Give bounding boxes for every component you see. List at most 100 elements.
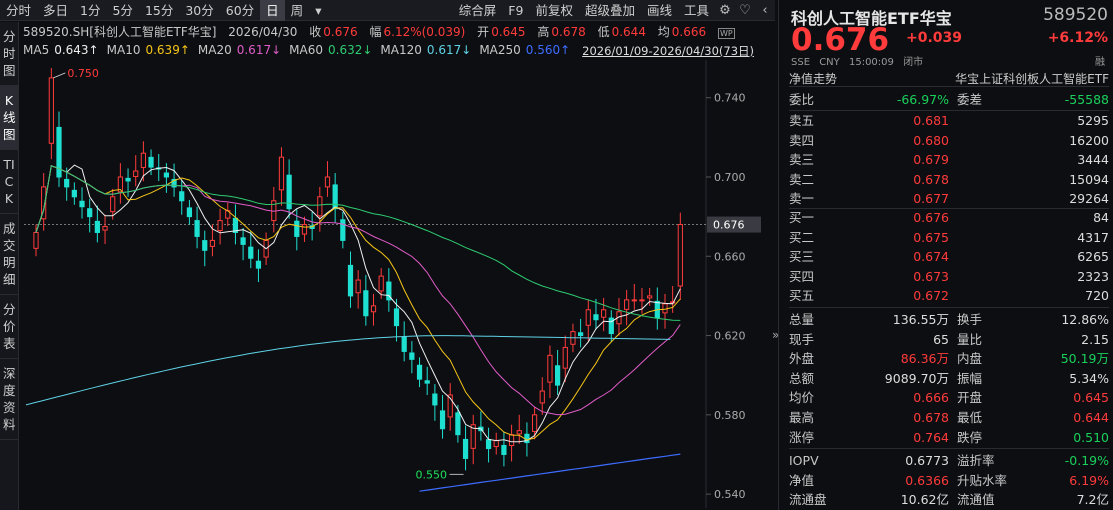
stat-label: 涨停: [789, 429, 815, 445]
period-tab-1[interactable]: 多日: [37, 0, 74, 21]
level-label: 卖四: [789, 132, 815, 148]
left-tab-2[interactable]: TICK: [0, 150, 18, 214]
candle-body: [71, 189, 77, 198]
toolbar-btn-1[interactable]: F9: [502, 0, 529, 21]
stat-value: 86.36万: [900, 351, 949, 367]
candle-body: [631, 299, 637, 302]
heart-icon[interactable]: ♡: [735, 0, 755, 21]
toolbar-btn-4[interactable]: 画线: [641, 0, 678, 21]
candle-body: [255, 260, 262, 269]
bids-level-row[interactable]: 买五 0.672 720: [789, 286, 1109, 306]
level-label: 卖三: [789, 152, 815, 168]
period-tab-6[interactable]: 60分: [220, 0, 260, 21]
period-tab-0[interactable]: 分时: [0, 0, 37, 21]
asks-level-row[interactable]: 卖四 0.680 16200: [789, 131, 1109, 151]
candle-body: [593, 314, 599, 321]
price-change-pct: +6.12%: [1047, 30, 1108, 46]
level-label: 买三: [789, 249, 815, 265]
candle-body: [524, 433, 530, 444]
stat-label: 总额: [789, 370, 815, 386]
level-price: 0.678: [913, 171, 949, 187]
asks-level-row[interactable]: 卖五 0.681 5295: [789, 111, 1109, 131]
weicha-label: 委差: [957, 92, 983, 107]
y-tick-label: 0.660: [714, 250, 746, 263]
stat-label: 净值: [789, 472, 815, 488]
high-annotation-arrow: [53, 72, 66, 79]
level-label: 卖五: [789, 113, 815, 128]
candle-body: [194, 220, 200, 237]
left-tab-label: 分时图: [3, 29, 16, 78]
left-tab-0[interactable]: 分时图: [0, 22, 18, 86]
candle-body: [148, 156, 154, 168]
bids-level-row[interactable]: 买二 0.675 4317: [789, 228, 1109, 248]
stat-label: 总量: [789, 312, 815, 327]
asks-level-row[interactable]: 卖一 0.677 29264: [789, 189, 1109, 209]
toolbar-btn-3[interactable]: 超级叠加: [579, 0, 641, 21]
app-window: 分时 多日 1分 5分 15分 30分 60分日周 ▾ 综合屏 F9 前复权 超级叠加 画线 工具 ⚙ ♡ ‹ …: [0, 0, 1113, 510]
bids-level-row[interactable]: 买三 0.674 6265: [789, 247, 1109, 267]
left-tab-3[interactable]: 成交明细: [0, 214, 18, 295]
toolbar-btn-2[interactable]: 前复权: [529, 0, 579, 21]
market-meta: SSE CNY 15:00:09 闭市: [791, 53, 929, 68]
stat-row: 总量 136.55万 换手 12.86%: [789, 310, 1109, 330]
candle-body: [462, 438, 469, 459]
candle-body: [601, 309, 607, 318]
period-tab-3[interactable]: 5分: [106, 0, 138, 21]
asks-level-row[interactable]: 卖三 0.679 3444: [789, 150, 1109, 170]
bids-level-row[interactable]: 买一 0.676 84: [789, 208, 1109, 228]
level-label: 买四: [789, 268, 815, 284]
level-qty: 84: [1093, 210, 1109, 225]
kline-chart-area[interactable]: 589520.SH[科创人工智能ETF华宝] 2026/04/30 收 0.676…: [20, 22, 774, 510]
candle-body: [432, 393, 438, 406]
stat-value: 0.644: [1073, 409, 1109, 425]
gear-icon[interactable]: ⚙: [715, 0, 735, 21]
stat-value: 0.678: [913, 409, 949, 425]
stat-label: 最高: [789, 409, 815, 425]
toolbar-btn-0[interactable]: 综合屏: [453, 0, 503, 21]
period-tab-7[interactable]: 日: [260, 0, 285, 21]
candle-body: [202, 240, 208, 251]
index-link[interactable]: 华宝上证科创板人工智能ETF: [955, 70, 1109, 87]
back-icon[interactable]: ‹: [755, 0, 775, 21]
level-price: 0.680: [913, 132, 949, 148]
toolbar-btn-5[interactable]: 工具: [678, 0, 715, 21]
low-annotation-label: 0.550: [416, 468, 448, 481]
candlestick-chart[interactable]: 0.740 0.700 0.660 0.620 0.580 0.540 0.676 0.750…: [20, 22, 774, 510]
candle-body: [624, 299, 630, 310]
left-tab-5[interactable]: 深度资料: [0, 359, 18, 440]
level-label: 买二: [789, 229, 815, 245]
candle-body: [647, 295, 653, 299]
exchange-label: SSE: [791, 57, 811, 68]
left-tab-4[interactable]: 分价表: [0, 295, 18, 359]
y-tick-label: 0.740: [714, 92, 746, 105]
period-tab-5[interactable]: 30分: [179, 0, 219, 21]
candle-body: [578, 332, 584, 337]
left-tab-1[interactable]: K线图: [0, 86, 18, 150]
y-tick-label: 0.620: [714, 330, 746, 343]
weibi-label: 委比: [789, 92, 815, 107]
y-tick-label: 0.700: [714, 171, 746, 184]
candle-body: [508, 434, 515, 447]
level-qty: 2323: [1077, 268, 1109, 284]
nav-bar[interactable]: 净值走势 华宝上证科创板人工智能ETF: [789, 68, 1109, 87]
stat-label: 现手: [789, 331, 815, 347]
period-tab-4[interactable]: 15分: [139, 0, 179, 21]
bids-level-row[interactable]: 买四 0.673 2323: [789, 267, 1109, 287]
candle-body: [378, 275, 384, 292]
period-tab-2[interactable]: 1分: [74, 0, 106, 21]
candle-body: [585, 309, 591, 326]
stat-value: 7.2亿: [1076, 492, 1109, 508]
candle-body: [554, 365, 561, 386]
candle-body: [94, 220, 100, 233]
level-price: 0.674: [913, 249, 949, 265]
nav-trend-link[interactable]: 净值走势: [789, 70, 837, 87]
ma120-line: [25, 335, 671, 406]
left-tab-label: TICK: [3, 157, 15, 206]
asks-level-row[interactable]: 卖二 0.678 15094: [789, 170, 1109, 190]
level-qty: 5295: [1077, 113, 1109, 128]
period-tab-8[interactable]: 周: [285, 0, 310, 21]
more-periods-chevron-down-icon[interactable]: ▾: [309, 0, 327, 21]
candle-body: [439, 410, 446, 430]
candle-body: [179, 191, 185, 202]
candle-body: [140, 152, 146, 168]
